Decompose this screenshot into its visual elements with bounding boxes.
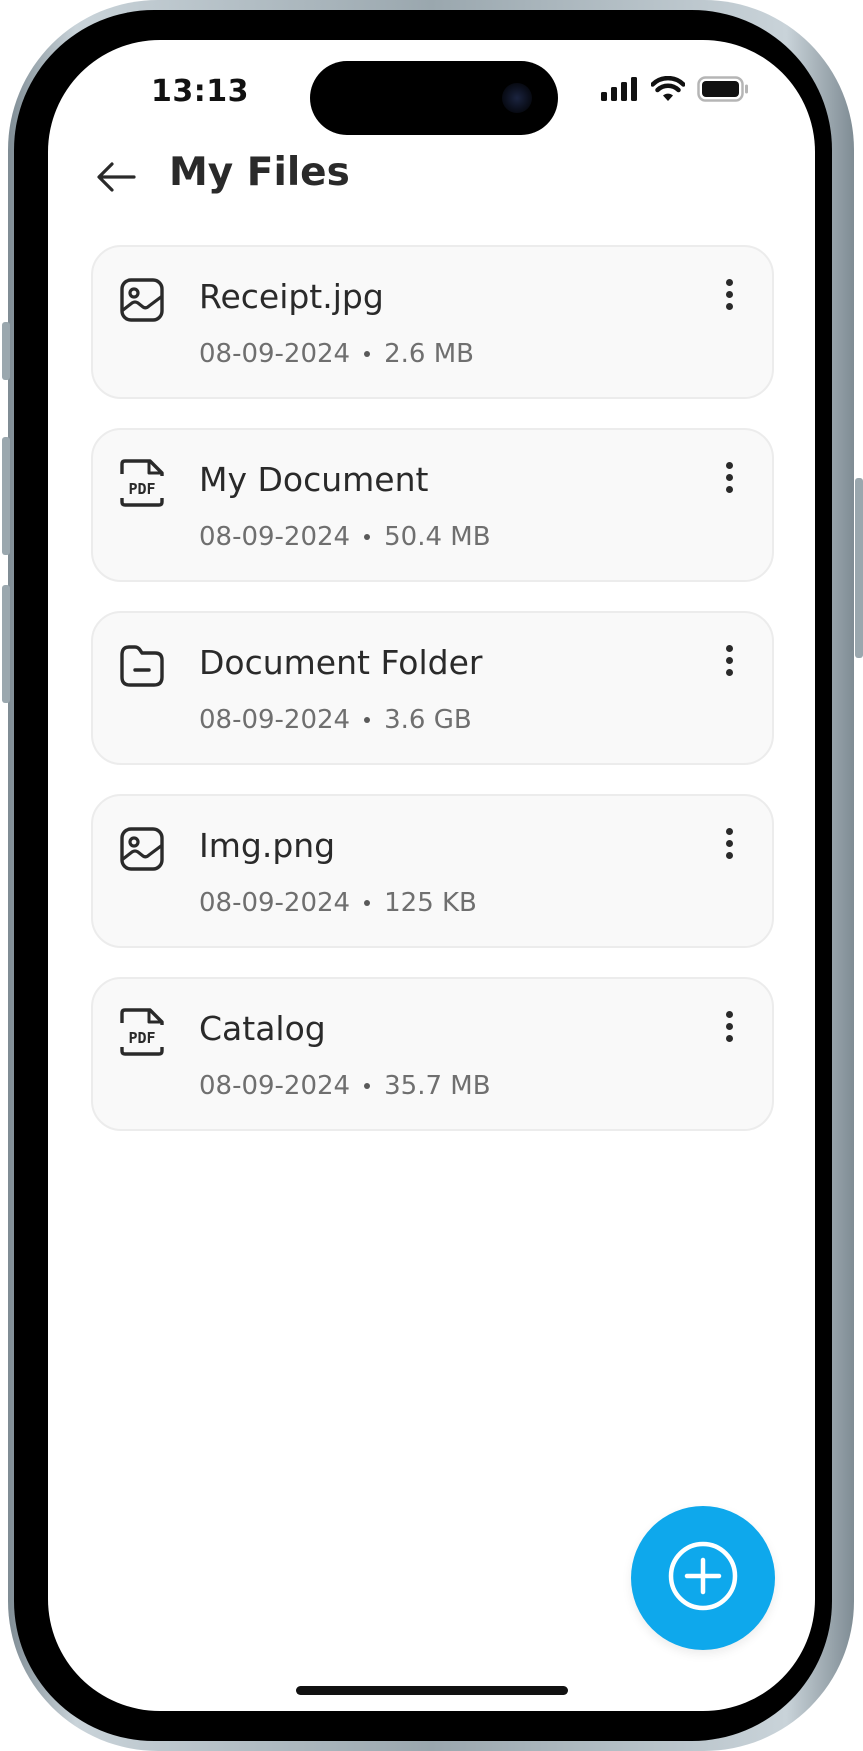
more-vertical-icon [725,644,733,652]
more-options-button[interactable] [712,271,746,317]
file-list: Receipt.jpg 08-09-2024 2.6 MB PDF My Doc… [91,245,774,1160]
dynamic-island [310,61,558,135]
file-name: Img.png [199,826,336,865]
more-vertical-icon [725,1010,733,1018]
file-size: 125 KB [384,888,477,918]
power-button [855,478,863,658]
more-vertical-icon [725,827,733,835]
separator-dot [364,900,371,906]
file-date: 08-09-2024 [199,1071,351,1101]
wifi-icon [650,75,686,106]
file-meta: 08-09-2024 50.4 MB [199,522,491,552]
volume-up-button [2,437,10,555]
file-size: 2.6 MB [384,339,474,369]
more-vertical-icon-dot [725,839,733,847]
more-vertical-icon-dot [725,1034,733,1042]
more-vertical-icon-dot [725,1022,733,1030]
svg-text:PDF: PDF [128,1029,155,1047]
more-options-button[interactable] [712,1003,746,1049]
file-name: My Document [199,460,429,499]
cellular-signal-icon [601,77,639,105]
file-meta: 08-09-2024 125 KB [199,888,477,918]
back-button[interactable] [92,155,140,203]
file-meta: 08-09-2024 3.6 GB [199,705,472,735]
more-vertical-icon-dot [725,473,733,481]
file-name: Receipt.jpg [199,277,384,316]
volume-down-button [2,585,10,703]
file-item-catalog[interactable]: PDF Catalog 08-09-2024 35.7 MB [91,977,774,1131]
battery-icon [697,76,749,106]
front-camera [502,83,532,113]
file-size: 50.4 MB [384,522,491,552]
app-screen: 13:13 My Files Receipt.jpg 08-09-2024 2.… [48,40,815,1711]
more-vertical-icon [725,461,733,469]
more-vertical-icon-dot [725,851,733,859]
page-title: My Files [169,150,350,195]
image-icon [117,275,167,325]
file-item-document-folder[interactable]: Document Folder 08-09-2024 3.6 GB [91,611,774,765]
file-date: 08-09-2024 [199,888,351,918]
more-options-button[interactable] [712,637,746,683]
file-name: Catalog [199,1009,326,1048]
separator-dot [364,351,371,357]
folder-icon [117,641,167,691]
separator-dot [364,534,371,540]
pdf-icon: PDF [117,1007,167,1057]
more-vertical-icon-dot [725,485,733,493]
pdf-icon: PDF [117,458,167,508]
more-vertical-icon-dot [725,290,733,298]
more-vertical-icon-dot [725,302,733,310]
arrow-left-icon [96,161,136,197]
more-options-button[interactable] [712,820,746,866]
more-vertical-icon [725,278,733,286]
status-icons [601,75,749,106]
file-date: 08-09-2024 [199,705,351,735]
file-item-img[interactable]: Img.png 08-09-2024 125 KB [91,794,774,948]
file-item-receipt[interactable]: Receipt.jpg 08-09-2024 2.6 MB [91,245,774,399]
status-time: 13:13 [151,74,249,109]
file-meta: 08-09-2024 35.7 MB [199,1071,491,1101]
file-size: 35.7 MB [384,1071,491,1101]
more-vertical-icon-dot [725,656,733,664]
action-button [2,322,10,380]
separator-dot [364,1083,371,1089]
more-vertical-icon-dot [725,668,733,676]
file-date: 08-09-2024 [199,522,351,552]
file-name: Document Folder [199,643,483,682]
add-file-button[interactable] [631,1506,775,1650]
plus-circle-icon [667,1540,739,1616]
file-date: 08-09-2024 [199,339,351,369]
svg-text:PDF: PDF [128,480,155,498]
file-meta: 08-09-2024 2.6 MB [199,339,474,369]
separator-dot [364,717,371,723]
file-size: 3.6 GB [384,705,472,735]
more-options-button[interactable] [712,454,746,500]
home-indicator[interactable] [296,1686,568,1695]
file-item-my-document[interactable]: PDF My Document 08-09-2024 50.4 MB [91,428,774,582]
image-icon [117,824,167,874]
